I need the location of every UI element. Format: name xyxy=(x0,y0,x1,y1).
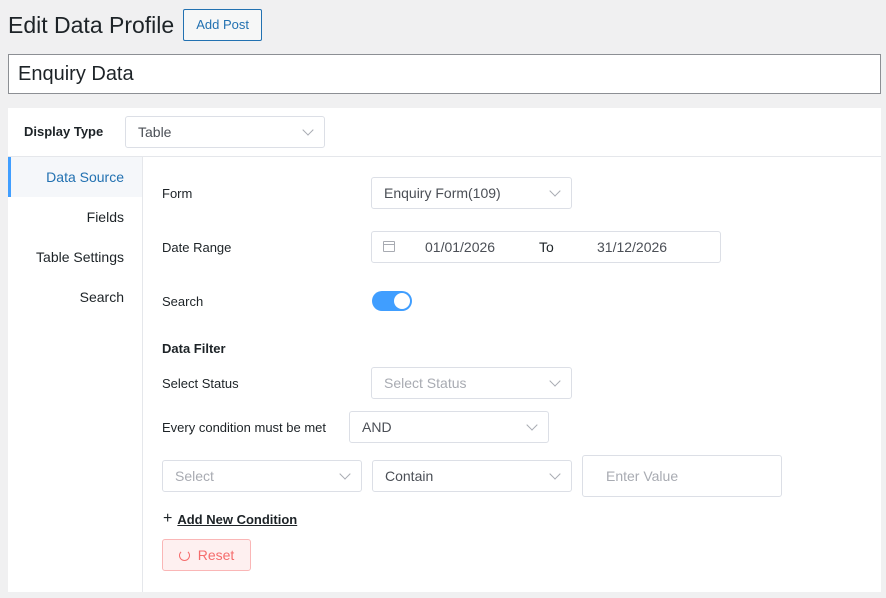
plus-icon: + xyxy=(163,510,173,527)
display-type-label: Display Type xyxy=(24,124,104,139)
data-filter-heading: Data Filter xyxy=(162,341,226,356)
condition-label: Every condition must be met xyxy=(162,420,327,435)
calendar-icon xyxy=(383,241,395,252)
add-post-button[interactable]: Add Post xyxy=(183,9,262,41)
search-toggle[interactable] xyxy=(372,291,412,311)
chevron-down-icon xyxy=(549,185,561,197)
tab-data-source[interactable]: Data Source xyxy=(46,157,124,197)
condition-select[interactable]: AND xyxy=(349,411,549,443)
tab-table-settings[interactable]: Table Settings xyxy=(36,237,124,277)
settings-sidebar: Data Source Fields Table Settings Search xyxy=(8,157,143,317)
filter-field-placeholder: Select xyxy=(175,468,214,484)
add-condition-button[interactable]: + Add New Condition xyxy=(163,510,297,528)
page-header: Edit Data Profile Add Post xyxy=(8,9,262,41)
display-type-select[interactable]: Table xyxy=(125,116,325,148)
chevron-down-icon xyxy=(549,375,561,387)
filter-operator-select[interactable]: Contain xyxy=(372,460,572,492)
refresh-icon xyxy=(178,549,190,561)
tab-fields[interactable]: Fields xyxy=(87,197,124,237)
select-status-label: Select Status xyxy=(162,376,239,391)
chevron-down-icon xyxy=(549,468,561,480)
filter-field-select[interactable]: Select xyxy=(162,460,362,492)
profile-panel: Display Type Table Data Source Fields Ta… xyxy=(8,108,881,592)
date-start-value[interactable]: 01/01/2026 xyxy=(425,239,495,255)
page-title: Edit Data Profile xyxy=(8,12,175,38)
date-range-label: Date Range xyxy=(162,240,232,255)
content-divider xyxy=(142,157,143,592)
add-condition-label: Add New Condition xyxy=(177,511,298,527)
date-end-value[interactable]: 31/12/2026 xyxy=(597,239,667,255)
form-label: Form xyxy=(162,186,193,201)
chevron-down-icon xyxy=(526,419,538,431)
select-status-placeholder: Select Status xyxy=(384,375,467,391)
display-type-row: Display Type Table xyxy=(8,108,881,157)
chevron-down-icon xyxy=(339,468,351,480)
search-label: Search xyxy=(162,294,204,309)
reset-label: Reset xyxy=(197,547,235,563)
profile-title-input[interactable]: Enquiry Data xyxy=(8,54,881,94)
form-select[interactable]: Enquiry Form(109) xyxy=(371,177,572,209)
chevron-down-icon xyxy=(302,124,314,136)
condition-value: AND xyxy=(362,419,392,435)
form-value: Enquiry Form(109) xyxy=(384,185,501,201)
tab-search[interactable]: Search xyxy=(80,277,124,317)
filter-value-input[interactable]: Enter Value xyxy=(582,455,782,497)
toggle-knob xyxy=(394,293,410,309)
display-type-value: Table xyxy=(138,124,172,140)
reset-button[interactable]: Reset xyxy=(162,539,251,571)
select-status-select[interactable]: Select Status xyxy=(371,367,572,399)
filter-operator-value: Contain xyxy=(385,468,434,484)
date-range-separator: To xyxy=(539,239,554,255)
date-range-picker[interactable]: 01/01/2026 To 31/12/2026 xyxy=(371,231,721,263)
